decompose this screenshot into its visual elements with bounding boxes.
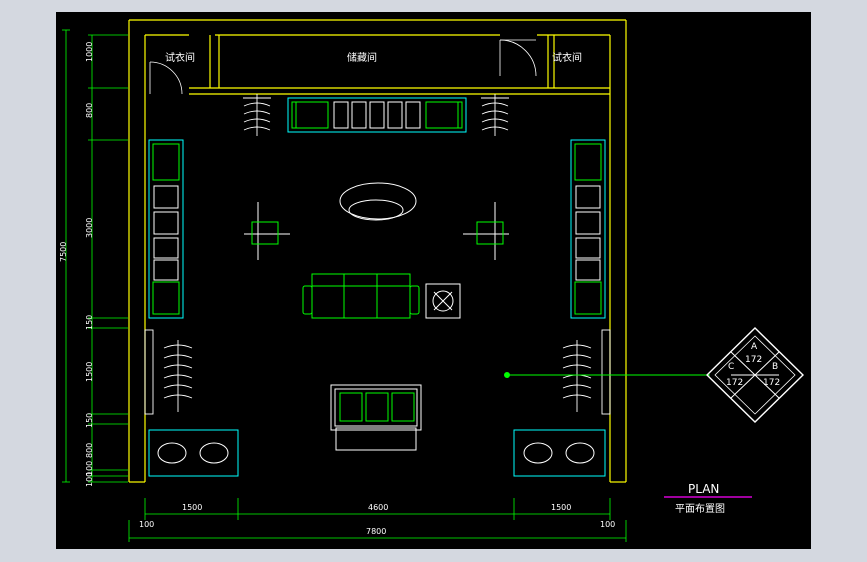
dim-v-2: 800 xyxy=(85,103,94,118)
drawing-title-block: PLAN 平面布置图 xyxy=(664,482,752,515)
elev-c: C xyxy=(728,362,734,372)
shoe-display-right xyxy=(513,429,606,477)
garment-rack-lower-right xyxy=(562,329,611,415)
elev-bl: 172 xyxy=(726,378,743,388)
elev-b: B xyxy=(772,362,778,372)
dim-v-7: 800 xyxy=(85,443,94,458)
cad-drawing-canvas[interactable]: 试衣间 储藏间 试衣间 1000 800 3000 150 1500 150 8… xyxy=(56,12,811,549)
dim-v-3: 3000 xyxy=(85,218,94,238)
walls xyxy=(128,19,627,483)
elev-br: 172 xyxy=(763,378,780,388)
garment-rack-top-left xyxy=(243,94,271,136)
vertical-dimension-lines xyxy=(62,29,128,483)
shoe-display-left xyxy=(148,429,239,477)
dim-h-1: 1500 xyxy=(182,503,202,512)
mirror-stand-right xyxy=(463,202,509,260)
label-fitting-left: 试衣间 xyxy=(165,51,195,64)
vertical-dimension-labels: 1000 800 3000 150 1500 150 800 100 100 7… xyxy=(59,42,94,487)
sofa xyxy=(302,273,420,319)
dim-v-total: 7500 xyxy=(59,242,68,262)
dim-v-6: 150 xyxy=(85,413,94,428)
dim-v-9: 100 xyxy=(85,472,94,487)
label-fitting-right: 试衣间 xyxy=(552,51,582,64)
elev-center: 172 xyxy=(745,355,762,365)
garment-rack-top-right xyxy=(481,94,509,136)
floor-plan-svg: 试衣间 储藏间 试衣间 1000 800 3000 150 1500 150 8… xyxy=(59,19,805,542)
elevation-index-symbol xyxy=(504,327,805,423)
dim-h-2: 4600 xyxy=(368,503,388,512)
center-display-table xyxy=(330,384,422,451)
horizontal-dimension-labels: 1500 4600 1500 100 100 7800 xyxy=(139,503,615,536)
doors xyxy=(149,39,537,95)
dim-h-3: 1500 xyxy=(551,503,571,512)
title-chinese: 平面布置图 xyxy=(675,503,725,515)
elev-a: A xyxy=(751,342,758,352)
title-english: PLAN xyxy=(688,482,719,496)
right-wall-display xyxy=(570,139,606,319)
label-storage: 储藏间 xyxy=(347,51,377,64)
dim-v-4: 150 xyxy=(85,315,94,330)
left-wall-display xyxy=(148,139,184,319)
dim-v-1: 1000 xyxy=(85,42,94,62)
dim-h-edge-right: 100 xyxy=(600,520,615,529)
mirror-stand-left xyxy=(244,202,290,260)
dim-h-total: 7800 xyxy=(366,527,386,536)
hanging-clothes-icon xyxy=(333,101,421,129)
dim-h-edge-left: 100 xyxy=(139,520,154,529)
oval-display-table xyxy=(339,182,417,221)
garment-rack-lower-left xyxy=(144,329,193,415)
side-table xyxy=(425,283,461,319)
top-display-cabinet xyxy=(287,97,467,133)
dim-v-5: 1500 xyxy=(85,362,94,382)
